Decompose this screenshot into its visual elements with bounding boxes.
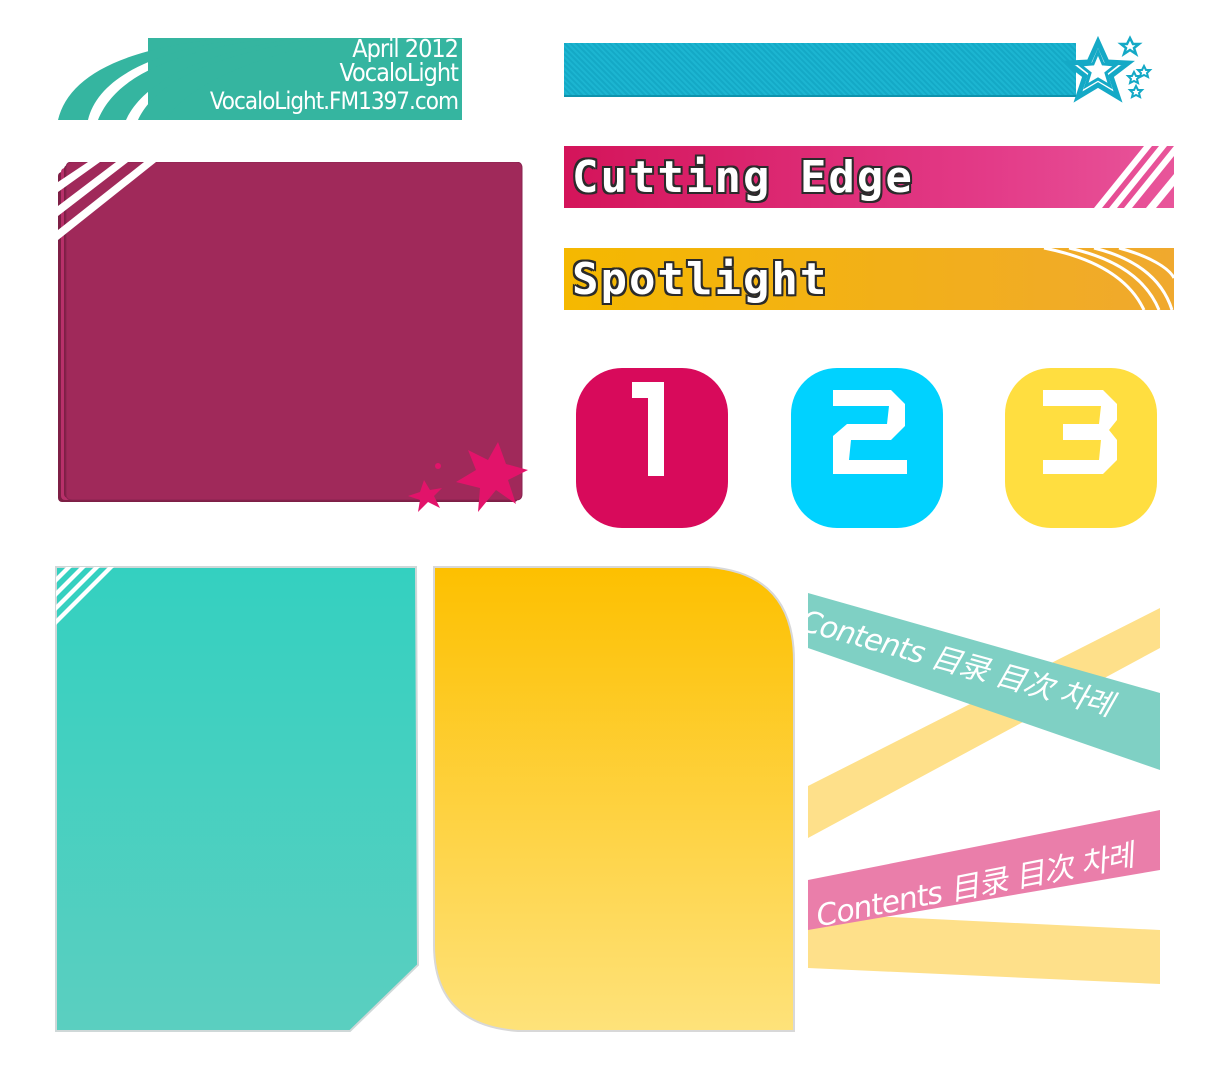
yellow-panel <box>433 566 795 1032</box>
number-tile-3 <box>1005 368 1157 528</box>
spotlight-label: Spotlight <box>572 254 829 305</box>
logo-date: April 2012 <box>352 34 459 63</box>
number-3-shape <box>1043 390 1117 474</box>
cutting-edge-banner: Cutting Edge <box>564 146 1174 208</box>
diagonal-stripes-icon <box>1094 146 1174 208</box>
number-tile-2 <box>791 368 943 528</box>
cutting-edge-label: Cutting Edge <box>572 152 914 203</box>
logo: April 2012 VocaloLight VocaloLight.FM139… <box>58 34 462 120</box>
arc-lines-icon <box>1043 248 1174 310</box>
spotlight-banner: Spotlight <box>564 248 1174 310</box>
header-bar <box>564 43 1076 97</box>
logo-url: VocaloLight.FM1397.com <box>209 87 459 115</box>
number-2-shape <box>833 390 907 474</box>
star-icon <box>1061 35 1153 103</box>
teal-panel <box>55 566 420 1032</box>
magenta-photo-frame <box>58 162 528 512</box>
logo-title: VocaloLight <box>339 58 459 87</box>
number-tile-1 <box>576 368 728 528</box>
number-1-shape <box>632 382 664 476</box>
